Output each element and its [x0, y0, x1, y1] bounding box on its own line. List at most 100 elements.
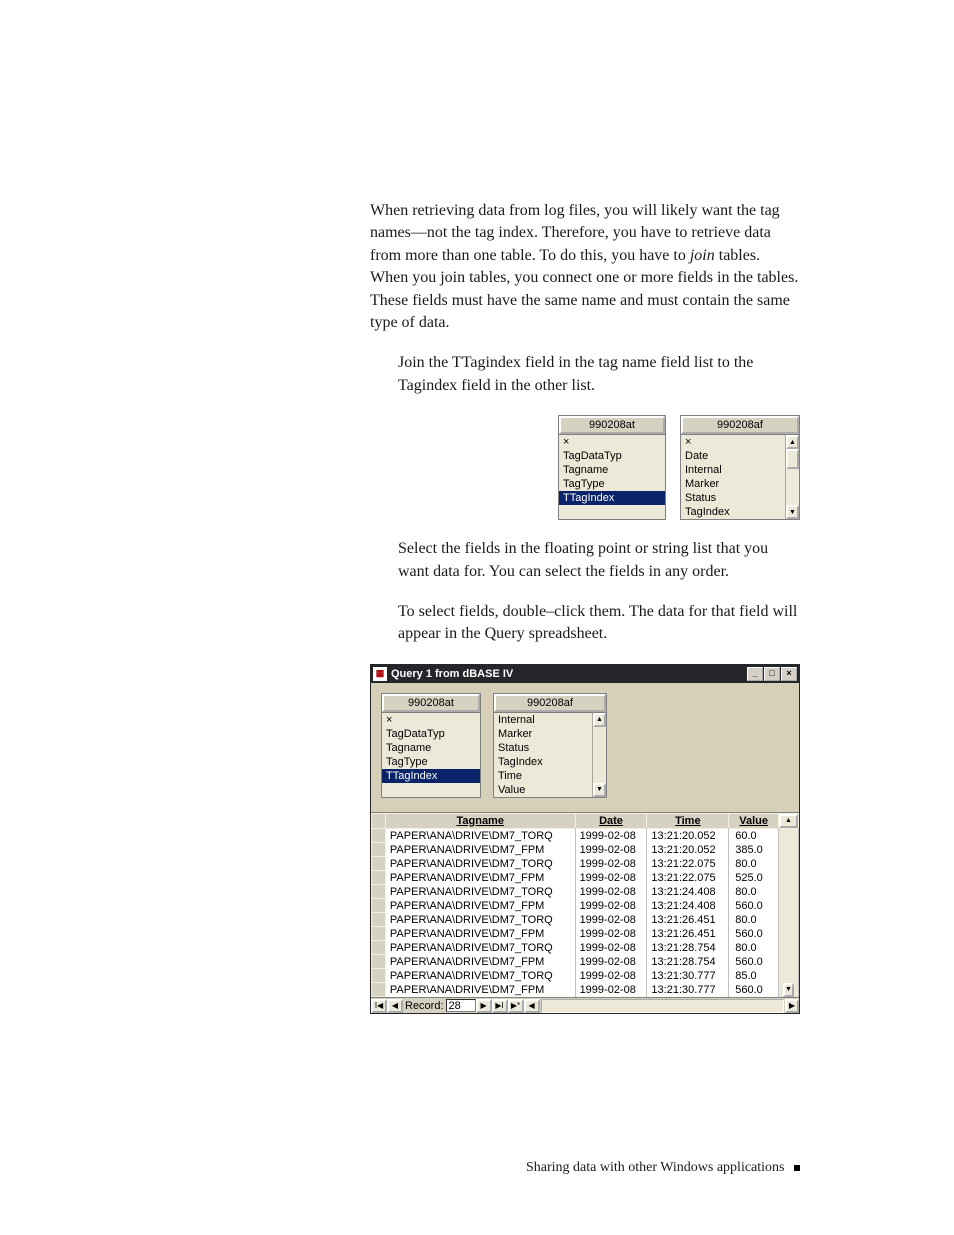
list-item[interactable]: TagDataTyp — [382, 727, 480, 741]
table-row[interactable]: PAPER\ANA\DRIVE\DM7_FPM1999-02-0813:21:2… — [372, 871, 799, 885]
list-item[interactable]: Tagname — [382, 741, 480, 755]
nav-prev-icon[interactable]: ◀ — [387, 999, 403, 1013]
cell[interactable]: 1999-02-08 — [575, 941, 647, 955]
cell[interactable]: 13:21:28.754 — [647, 941, 729, 955]
row-selector[interactable] — [372, 857, 386, 871]
titlebar[interactable]: ▦ Query 1 from dBASE IV _ □ × — [371, 665, 799, 683]
cell[interactable]: 13:21:30.777 — [647, 983, 729, 997]
scroll-thumb[interactable] — [786, 449, 799, 469]
list-item[interactable]: Marker — [681, 477, 785, 491]
list-item[interactable]: Marker — [494, 727, 592, 741]
cell[interactable]: 560.0 — [729, 899, 779, 913]
row-selector[interactable] — [372, 871, 386, 885]
cell[interactable]: 13:21:22.075 — [647, 871, 729, 885]
cell[interactable]: 60.0 — [729, 828, 779, 843]
cell[interactable]: 13:21:20.052 — [647, 843, 729, 857]
record-number[interactable]: 28 — [446, 999, 476, 1012]
cell[interactable]: 80.0 — [729, 913, 779, 927]
cell[interactable]: 385.0 — [729, 843, 779, 857]
cell[interactable]: 525.0 — [729, 871, 779, 885]
cell[interactable]: 80.0 — [729, 857, 779, 871]
list-item[interactable]: TTagIndex — [382, 769, 480, 783]
row-selector[interactable] — [372, 899, 386, 913]
list-item[interactable]: × — [681, 435, 785, 449]
cell[interactable]: 13:21:30.777 — [647, 969, 729, 983]
cell[interactable]: 560.0 — [729, 983, 779, 997]
cell[interactable]: PAPER\ANA\DRIVE\DM7_TORQ — [385, 941, 575, 955]
scroll-down-icon[interactable]: ▼ — [786, 505, 799, 519]
cell[interactable]: 1999-02-08 — [575, 828, 647, 843]
vscroll-cell[interactable] — [779, 941, 799, 955]
vscroll-cell[interactable] — [779, 927, 799, 941]
vscroll-cell[interactable] — [779, 843, 799, 857]
vscroll-cell[interactable] — [779, 899, 799, 913]
scroll-up-icon[interactable]: ▲ — [786, 435, 799, 449]
cell[interactable]: PAPER\ANA\DRIVE\DM7_TORQ — [385, 885, 575, 899]
list-item[interactable]: TagIndex — [494, 755, 592, 769]
vscroll-cell[interactable] — [779, 913, 799, 927]
cell[interactable]: 1999-02-08 — [575, 885, 647, 899]
list-item[interactable]: Internal — [681, 463, 785, 477]
list-item[interactable]: Value — [494, 783, 592, 797]
scrollbar[interactable]: ▲ ▼ — [785, 435, 799, 519]
cell[interactable]: PAPER\ANA\DRIVE\DM7_TORQ — [385, 913, 575, 927]
list-item[interactable]: × — [382, 713, 480, 727]
table-row[interactable]: PAPER\ANA\DRIVE\DM7_FPM1999-02-0813:21:2… — [372, 927, 799, 941]
vscroll-cell[interactable] — [779, 857, 799, 871]
cell[interactable]: PAPER\ANA\DRIVE\DM7_FPM — [385, 955, 575, 969]
table-row[interactable]: PAPER\ANA\DRIVE\DM7_TORQ1999-02-0813:21:… — [372, 885, 799, 899]
maximize-button[interactable]: □ — [764, 667, 780, 681]
cell[interactable]: 560.0 — [729, 955, 779, 969]
cell[interactable]: PAPER\ANA\DRIVE\DM7_FPM — [385, 927, 575, 941]
table-row[interactable]: PAPER\ANA\DRIVE\DM7_FPM1999-02-0813:21:2… — [372, 899, 799, 913]
list-item[interactable]: TTagIndex — [559, 491, 665, 505]
col-time[interactable]: Time — [647, 813, 729, 828]
list-item[interactable]: Tagname — [559, 463, 665, 477]
col-date[interactable]: Date — [575, 813, 647, 828]
cell[interactable]: 80.0 — [729, 941, 779, 955]
results-table[interactable]: Tagname Date Time Value ▲ PAPER\ANA\DRIV… — [371, 813, 799, 998]
cell[interactable]: 1999-02-08 — [575, 983, 647, 997]
row-selector[interactable] — [372, 828, 386, 843]
table-row[interactable]: PAPER\ANA\DRIVE\DM7_FPM1999-02-0813:21:2… — [372, 843, 799, 857]
list-item[interactable]: TagType — [559, 477, 665, 491]
cell[interactable]: PAPER\ANA\DRIVE\DM7_TORQ — [385, 969, 575, 983]
cell[interactable]: 1999-02-08 — [575, 899, 647, 913]
row-selector[interactable] — [372, 983, 386, 997]
table-row[interactable]: PAPER\ANA\DRIVE\DM7_TORQ1999-02-0813:21:… — [372, 828, 799, 843]
row-selector[interactable] — [372, 955, 386, 969]
cell[interactable]: 1999-02-08 — [575, 927, 647, 941]
vscroll-cell[interactable] — [779, 885, 799, 899]
scrollbar[interactable]: ▲ ▼ — [592, 713, 606, 797]
cell[interactable]: 1999-02-08 — [575, 871, 647, 885]
hscroll-right-icon[interactable]: ▶ — [785, 999, 799, 1013]
minimize-button[interactable]: _ — [747, 667, 763, 681]
win-fieldlist-right[interactable]: 990208af InternalMarkerStatusTagIndexTim… — [493, 693, 607, 798]
cell[interactable]: 13:21:20.052 — [647, 828, 729, 843]
nav-first-icon[interactable]: I◀ — [371, 999, 387, 1013]
cell[interactable]: 13:21:24.408 — [647, 899, 729, 913]
scroll-down-icon[interactable]: ▼ — [783, 983, 794, 997]
cell[interactable]: 80.0 — [729, 885, 779, 899]
nav-new-icon[interactable]: ▶* — [508, 999, 524, 1013]
row-selector[interactable] — [372, 843, 386, 857]
scroll-down-icon[interactable]: ▼ — [593, 783, 606, 797]
list-item[interactable]: Internal — [494, 713, 592, 727]
row-selector[interactable] — [372, 885, 386, 899]
vscroll-cell[interactable]: ▼ — [779, 983, 799, 997]
fieldlist-left[interactable]: 990208at ×TagDataTypTagnameTagTypeTTagIn… — [558, 415, 666, 520]
cell[interactable]: 13:21:26.451 — [647, 913, 729, 927]
cell[interactable]: 1999-02-08 — [575, 843, 647, 857]
nav-next-icon[interactable]: ▶ — [476, 999, 492, 1013]
cell[interactable]: 13:21:24.408 — [647, 885, 729, 899]
list-item[interactable]: × — [559, 435, 665, 449]
cell[interactable]: 13:21:26.451 — [647, 927, 729, 941]
list-item[interactable]: Status — [681, 491, 785, 505]
hscroll-left-icon[interactable]: ◀ — [524, 999, 540, 1013]
cell[interactable]: 1999-02-08 — [575, 857, 647, 871]
table-row[interactable]: PAPER\ANA\DRIVE\DM7_FPM1999-02-0813:21:2… — [372, 955, 799, 969]
cell[interactable]: 13:21:28.754 — [647, 955, 729, 969]
vscroll-cell[interactable] — [779, 955, 799, 969]
cell[interactable]: PAPER\ANA\DRIVE\DM7_TORQ — [385, 828, 575, 843]
vscroll-head[interactable]: ▲ — [779, 813, 799, 828]
